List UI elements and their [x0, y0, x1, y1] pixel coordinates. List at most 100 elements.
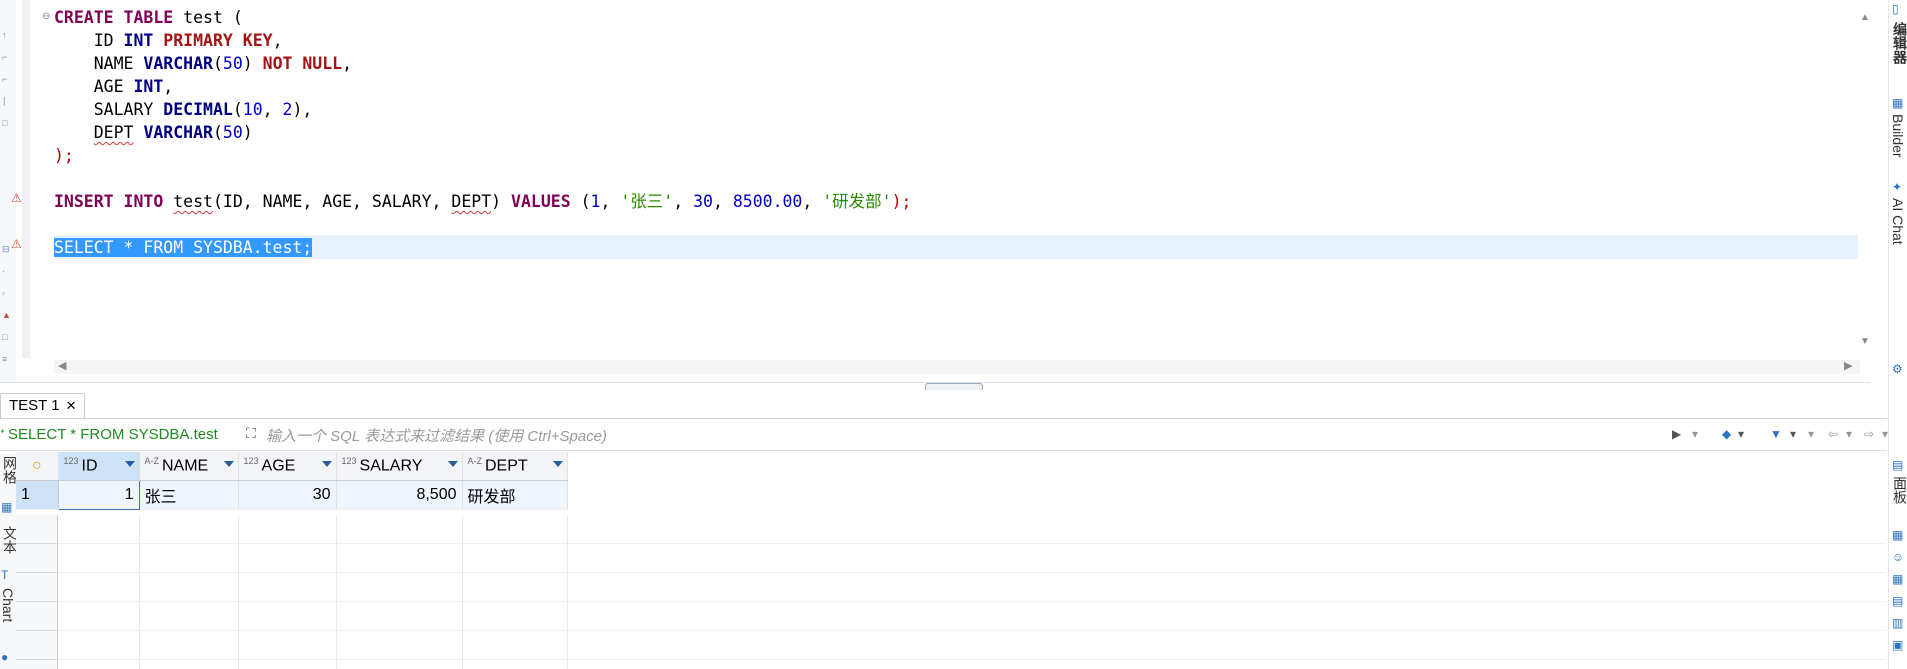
column-header-name[interactable]: A-Z NAME	[139, 452, 239, 481]
toolbar-icon[interactable]: ⌐	[2, 74, 12, 84]
filter-icon[interactable]: ▼	[1770, 427, 1782, 441]
tool-icon[interactable]: ⚙	[1892, 362, 1903, 376]
smile-icon[interactable]: ☺	[1892, 550, 1904, 564]
code-line[interactable]	[54, 213, 1830, 236]
grid-view-icon[interactable]: ▦	[1892, 528, 1903, 542]
column-header-id[interactable]: 123 ID	[58, 452, 140, 481]
code-token: ),	[292, 100, 313, 119]
cell-name[interactable]: 张三	[139, 480, 239, 510]
toolbar-icon[interactable]: ∣	[2, 96, 12, 106]
back-icon[interactable]: ⇦	[1828, 427, 1838, 441]
tab-label: TEST 1	[9, 397, 60, 414]
editor-vertical-scrollbar[interactable]: ▲ ▼	[1860, 10, 1872, 350]
text-icon: T	[1, 568, 9, 582]
sql-editor[interactable]: ↑ ⌐ ⌐ ∣ □ ⊟ · ▫ ▲ □ ≡ ⊖ ⚠ ⚠ CREATE TABLE…	[0, 0, 1870, 382]
code-token: ,	[272, 31, 283, 50]
code-token: INT	[133, 77, 164, 96]
code-line[interactable]: AGE INT,	[54, 75, 1830, 98]
arrow-icon[interactable]: ↑	[2, 30, 12, 40]
column-dropdown-icon[interactable]	[124, 461, 135, 467]
column-name: NAME	[162, 457, 209, 475]
toolbar-icon[interactable]: ·	[2, 266, 12, 276]
toolbar-icon[interactable]: ▫	[2, 288, 12, 298]
column-header-dept[interactable]: A-Z DEPT	[462, 452, 568, 481]
eraser-icon[interactable]: ◆	[1722, 427, 1731, 441]
code-token: );	[54, 146, 74, 165]
forward-icon[interactable]: ⇨	[1864, 427, 1874, 441]
code-line[interactable]: INSERT INTO test(ID, NAME, AGE, SALARY, …	[54, 190, 1830, 213]
query-label[interactable]: SELECT * FROM SYSDBA.test	[8, 426, 218, 443]
cell-dept[interactable]: 研发部	[462, 480, 568, 510]
code-token: ID	[54, 31, 124, 50]
code-token: 8500.00	[732, 192, 803, 211]
chevron-down-icon[interactable]: ▾	[1790, 427, 1796, 441]
column-dropdown-icon[interactable]	[447, 461, 458, 467]
tab-editor[interactable]: 编辑器	[1890, 22, 1907, 64]
scroll-up-icon[interactable]: ▲	[1860, 12, 1870, 23]
results-grid[interactable]: ○ 123 ID A-Z NAME 123 AGE 123 SALARY A-Z DEPT 11张…	[16, 452, 568, 510]
code-token: test	[173, 192, 213, 211]
table-row[interactable]: 1 1 张三 30 8,500 研发部	[16, 480, 568, 510]
tab-panels[interactable]: 面板	[1890, 476, 1907, 504]
row-number-column	[16, 515, 58, 669]
filter-history-icon[interactable]: ▾	[1692, 427, 1698, 441]
row-select-corner[interactable]: ○	[16, 452, 59, 481]
column-dropdown-icon[interactable]	[223, 461, 234, 467]
filter-options-icon[interactable]: ▾	[1808, 427, 1814, 441]
query-icon: ᐩ	[0, 426, 6, 441]
tab-test-1[interactable]: TEST 1 ✕	[0, 393, 86, 418]
tab-builder[interactable]: Builder	[1890, 114, 1906, 158]
column-header-age[interactable]: 123 AGE	[238, 452, 337, 481]
toolbar-icon[interactable]: ≡	[2, 354, 12, 364]
code-token: 30	[693, 192, 713, 211]
editor-horizontal-scrollbar[interactable]: ◀ ▶	[54, 360, 1860, 374]
toolbar-icon[interactable]: □	[2, 332, 12, 342]
fold-collapse-icon[interactable]: ⊖	[42, 11, 50, 22]
chevron-down-icon[interactable]: ▾	[1846, 427, 1852, 441]
column-header-salary[interactable]: 123 SALARY	[336, 452, 463, 481]
cell-age[interactable]: 30	[238, 480, 337, 510]
column-dropdown-icon[interactable]	[552, 461, 563, 467]
chevron-down-icon[interactable]: ▾	[1738, 427, 1744, 441]
run-filter-icon[interactable]: ▶	[1672, 427, 1681, 441]
list-icon[interactable]: ▤	[1892, 594, 1903, 608]
code-line[interactable]: SELECT * FROM SYSDBA.test;	[54, 236, 1830, 259]
code-line[interactable]: );	[54, 144, 1830, 167]
lock-icon[interactable]: ▲	[2, 310, 12, 320]
code-token: DECIMAL	[163, 100, 233, 119]
code-line[interactable]: CREATE TABLE test (	[54, 6, 1830, 29]
code-token: SALARY	[54, 100, 164, 119]
filter-input[interactable]	[264, 424, 1688, 448]
column-dropdown-icon[interactable]	[321, 461, 332, 467]
code-line[interactable]	[54, 167, 1830, 190]
chevron-down-icon[interactable]: ▾	[1882, 427, 1888, 441]
format-icon[interactable]: ⌐	[2, 52, 12, 62]
cell-id[interactable]: 1	[57, 480, 140, 510]
cell-salary[interactable]: 8,500	[336, 480, 463, 510]
code-line[interactable]: NAME VARCHAR(50) NOT NULL,	[54, 52, 1830, 75]
tab-ai-chat[interactable]: AI Chat	[1890, 198, 1906, 245]
code-lines[interactable]: CREATE TABLE test ( ID INT PRIMARY KEY, …	[54, 6, 1830, 259]
scroll-right-icon[interactable]: ▶	[1844, 359, 1852, 372]
columns-icon[interactable]: ▥	[1892, 616, 1903, 630]
scroll-left-icon[interactable]: ◀	[58, 359, 66, 372]
code-line[interactable]: SALARY DECIMAL(10, 2),	[54, 98, 1830, 121]
code-token: );	[891, 192, 912, 211]
grid-icon: ▦	[1, 500, 13, 514]
code-line[interactable]: DEPT VARCHAR(50)	[54, 121, 1830, 144]
close-icon[interactable]: ✕	[66, 398, 77, 413]
toolbar-icon[interactable]: □	[2, 118, 12, 128]
code-token: ,	[262, 100, 283, 119]
right-side-rail: ▯ 编辑器 ▦ Builder ✦ AI Chat ⚙ ▤ 面板 ▦ ☺ ▦ ▤…	[1888, 0, 1907, 669]
code-token: PRIMARY KEY	[163, 31, 273, 50]
tab-chart[interactable]: Chart	[0, 588, 16, 622]
more-icon[interactable]: ▣	[1892, 638, 1903, 652]
row-number[interactable]: 1	[16, 480, 59, 510]
code-token: ,	[802, 192, 823, 211]
scroll-down-icon[interactable]: ▼	[1860, 336, 1870, 347]
table-icon[interactable]: ▦	[1892, 572, 1903, 586]
expand-icon[interactable]: ⛶	[246, 425, 256, 442]
code-line[interactable]: ID INT PRIMARY KEY,	[54, 29, 1830, 52]
